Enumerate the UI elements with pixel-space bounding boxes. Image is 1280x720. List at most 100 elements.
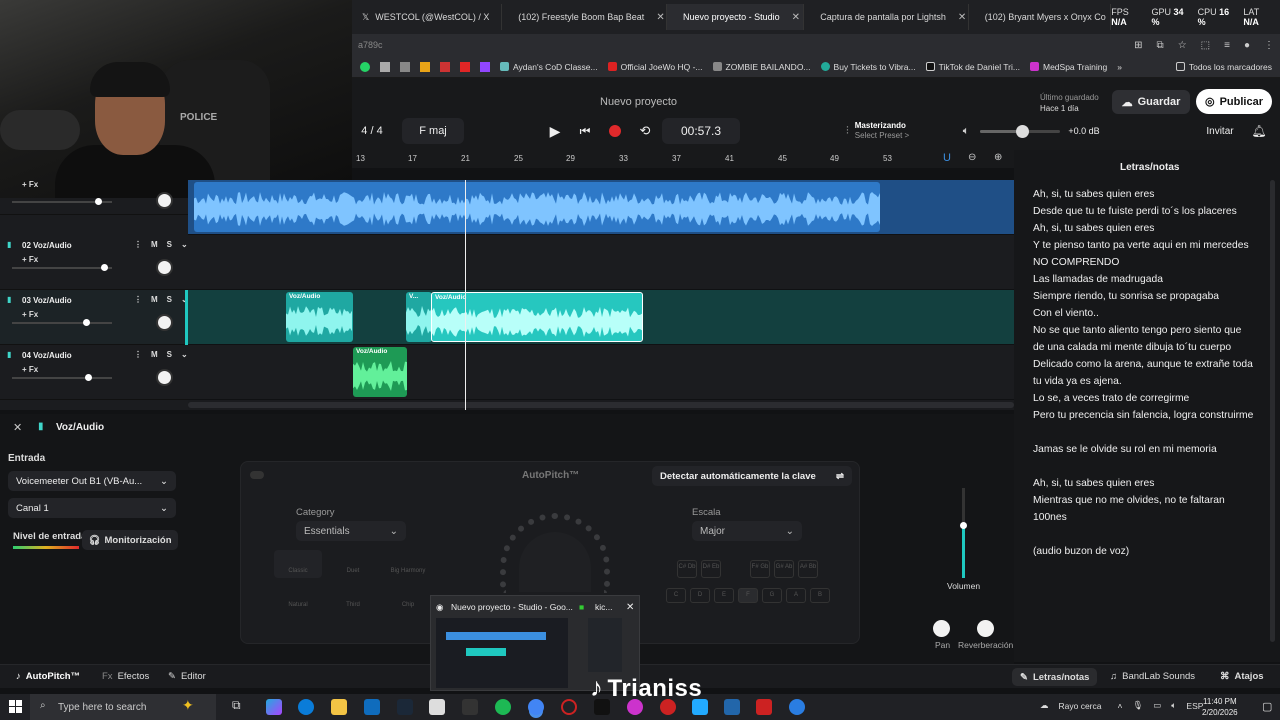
chrome-icon[interactable] <box>528 699 544 715</box>
install-app-icon[interactable]: ⊞ <box>1134 40 1142 51</box>
lyrics-text[interactable]: Ah, si, tu sabes quien eres Desde que tu… <box>1033 186 1255 560</box>
volume-handle[interactable] <box>83 319 90 326</box>
publish-button[interactable]: ◎ Publicar <box>1196 89 1272 114</box>
tab-bandlab-studio[interactable]: Nuevo proyecto - Studio ✕ <box>667 4 805 30</box>
audio-clip-selected[interactable]: Voz/Audio <box>431 292 643 342</box>
track-header-04[interactable]: ▮ 04 Voz/Audio + Fx ⋮ M S ⌄ <box>0 345 188 400</box>
track-volume-slider[interactable] <box>12 319 112 326</box>
timeline-ruler[interactable]: 13 17 21 25 29 33 37 41 45 49 53 U ⊖ ⊕ <box>352 150 1014 168</box>
detect-key-button[interactable]: Detectar automáticamente la clave ⇌ <box>652 466 852 486</box>
master-volume-slider[interactable] <box>980 118 1060 144</box>
time-signature[interactable]: 4 / 4 <box>352 118 392 144</box>
bookmark-item[interactable]: ZOMBIE BAILANDO... <box>712 62 811 72</box>
app-icon[interactable] <box>724 699 740 715</box>
track-menu-icon[interactable]: ⋮ <box>134 295 142 304</box>
autopitch-tab[interactable]: ♪ AutoPitch™ <box>16 671 80 682</box>
add-fx-button[interactable]: + Fx <box>22 310 38 319</box>
thumbnail-kick[interactable] <box>588 618 622 672</box>
editor-tab[interactable]: ✎ Editor <box>168 671 206 682</box>
tab-lightshot[interactable]: Captura de pantalla por Lightsh ✕ <box>804 4 969 30</box>
calculator-icon[interactable] <box>380 61 390 72</box>
volume-fader-handle[interactable] <box>960 522 967 529</box>
twitch-icon[interactable] <box>480 61 490 72</box>
audio-clip[interactable]: Voz/Audio <box>286 292 353 342</box>
app-icon[interactable] <box>462 699 478 715</box>
add-fx-button[interactable]: + Fx <box>22 255 38 264</box>
volume-handle[interactable] <box>101 264 108 271</box>
track-lanes[interactable]: Voz/Audio V... Voz/Audio Voz/Audio <box>188 180 1014 410</box>
track-menu-icon[interactable]: ⋮ <box>134 240 142 249</box>
app-icon[interactable] <box>789 699 805 715</box>
mastering-selector[interactable]: ⫶ Masterizando Select Preset > <box>846 118 936 144</box>
scale-select[interactable]: Major ⌄ <box>692 521 802 541</box>
key-g[interactable]: G <box>762 588 782 603</box>
input-device-select[interactable]: Voicemeeter Out B1 (VB-Au... ⌄ <box>8 471 176 491</box>
reverb-knob[interactable] <box>977 620 994 637</box>
audio-clip[interactable]: Voz/Audio <box>353 347 407 397</box>
mode-duet[interactable]: Duet <box>329 550 377 578</box>
add-fx-button[interactable]: + Fx <box>22 365 38 374</box>
thumb-title-kick[interactable]: kic... <box>595 602 612 612</box>
url-text[interactable]: a789c <box>358 40 383 50</box>
key-c[interactable]: C <box>666 588 686 603</box>
thumb-title-studio[interactable]: Nuevo proyecto - Studio - Goo... <box>451 602 573 612</box>
address-bar[interactable]: a789c ⊞ ⧉ ☆ ⬚ ≡ ● ⋮ <box>352 34 1280 56</box>
playhead[interactable] <box>465 180 466 410</box>
bandlab-sounds-tab[interactable]: ♫ BandLab Sounds <box>1110 671 1195 682</box>
bookmark-star-icon[interactable]: ☆ <box>1178 40 1187 51</box>
zoom-out-icon[interactable]: ⊖ <box>968 152 976 163</box>
app-icon[interactable] <box>756 699 772 715</box>
master-volume-handle[interactable] <box>1016 124 1029 138</box>
key-asharp[interactable]: A# Bb <box>798 560 818 578</box>
outlook-icon[interactable] <box>364 699 380 715</box>
mute-button[interactable]: M <box>151 240 158 249</box>
store-icon[interactable] <box>429 699 445 715</box>
all-bookmarks[interactable]: Todos los marcadores <box>1175 62 1272 72</box>
mute-button[interactable]: M <box>151 295 158 304</box>
menu-icon[interactable]: ⋮ <box>1264 40 1274 51</box>
weather-text[interactable]: Rayo cerca <box>1059 701 1102 711</box>
zoom-in-icon[interactable]: ⊕ <box>994 152 1002 163</box>
key-fsharp[interactable]: F# Gb <box>750 560 770 578</box>
pan-knob[interactable] <box>156 192 173 209</box>
mute-button[interactable]: M <box>151 350 158 359</box>
tab-westcol[interactable]: 𝕏WESTCOL (@WestCOL) / X✕ <box>352 4 503 30</box>
lyrics-tab[interactable]: ✎ Letras/notas <box>1012 668 1098 686</box>
play-icon[interactable]: ▶ <box>544 118 566 144</box>
mode-chip[interactable]: Chip <box>384 584 432 612</box>
cast-icon[interactable]: ⧉ <box>1157 40 1164 51</box>
file-explorer-icon[interactable] <box>331 699 347 715</box>
mode-natural[interactable]: Natural <box>274 584 322 612</box>
spotify-icon[interactable] <box>495 699 511 715</box>
profile-icon[interactable]: ● <box>1244 40 1250 51</box>
track-volume-slider[interactable] <box>12 374 112 381</box>
key-d[interactable]: D <box>690 588 710 603</box>
gmail-icon[interactable] <box>440 61 450 72</box>
key-gsharp[interactable]: G# Ab <box>774 560 794 578</box>
chevron-down-icon[interactable]: ⌄ <box>181 240 188 249</box>
key-b[interactable]: B <box>810 588 830 603</box>
category-select[interactable]: Essentials ⌄ <box>296 521 406 541</box>
grid-icon[interactable] <box>400 61 410 72</box>
taskbar-search[interactable]: ⌕ Type here to search ✦ <box>30 694 216 720</box>
steam-icon[interactable] <box>397 699 413 715</box>
close-tab-icon[interactable]: ✕ <box>792 12 800 23</box>
solo-button[interactable]: S <box>167 350 172 359</box>
tab-youtube-bryant[interactable]: (102) Bryant Myers x Onyx Co <box>969 4 1112 30</box>
pan-knob[interactable] <box>933 620 950 637</box>
opera-icon[interactable] <box>561 699 577 715</box>
task-view-icon[interactable]: ⧉ <box>232 698 241 713</box>
extensions-icon[interactable]: ⬚ <box>1201 40 1210 51</box>
solo-button[interactable]: S <box>167 295 172 304</box>
bell-icon[interactable]: 🔔︎ <box>1250 118 1268 144</box>
key-f[interactable]: F <box>738 588 758 603</box>
loop-icon[interactable]: ⟲ <box>634 118 656 144</box>
pan-knob[interactable] <box>156 369 173 386</box>
close-icon[interactable]: ✕ <box>13 421 22 434</box>
speaker-icon[interactable]: 🔈︎ <box>958 118 974 144</box>
add-fx-button[interactable]: + Fx <box>22 180 38 189</box>
close-icon[interactable]: ✕ <box>626 602 634 613</box>
close-tab-icon[interactable]: ✕ <box>958 12 966 23</box>
close-tab-icon[interactable]: ✕ <box>656 12 664 23</box>
pan-knob[interactable] <box>156 259 173 276</box>
